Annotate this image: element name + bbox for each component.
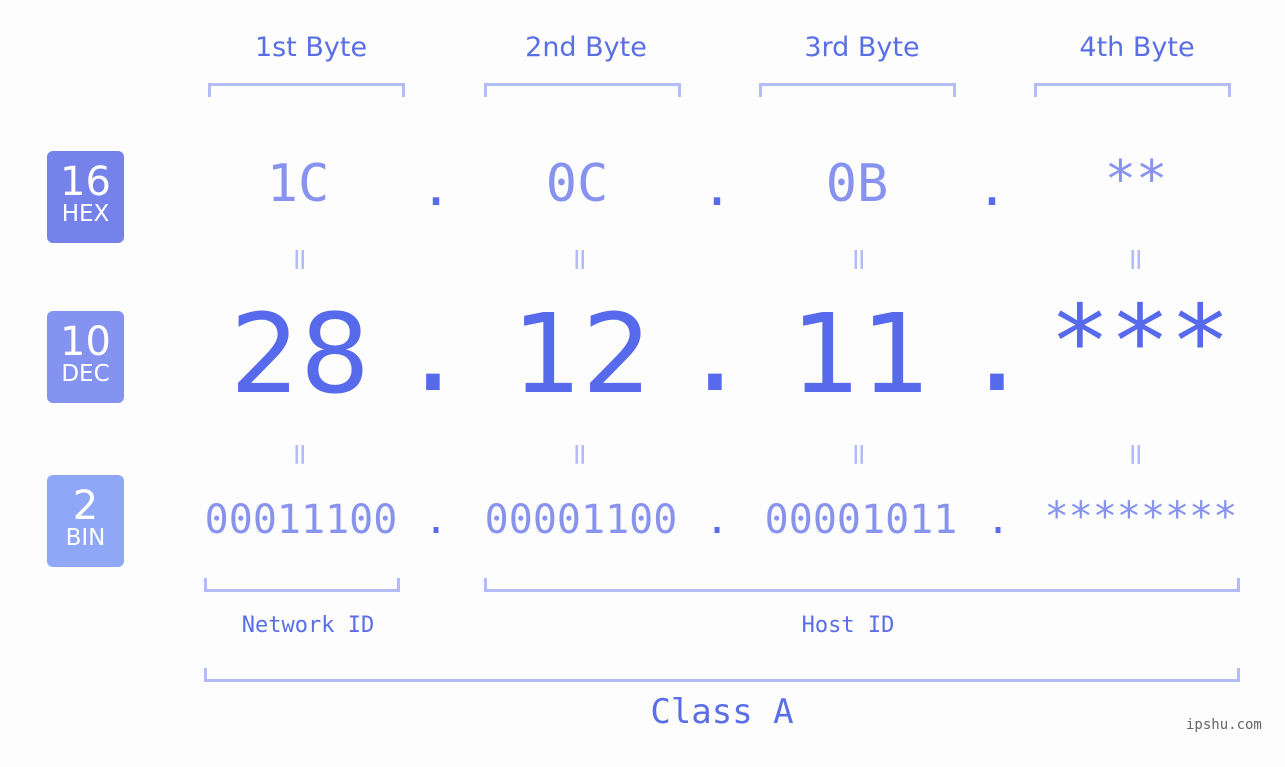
host-id-label: Host ID: [801, 613, 895, 638]
byte-header-3: 3rd Byte: [804, 32, 920, 63]
bin-value-2: 00001100: [484, 497, 678, 543]
byte-header-2: 2nd Byte: [525, 32, 647, 63]
byte-bracket-2: [484, 83, 681, 97]
bin-base: 2: [72, 483, 99, 529]
equals-icon: =: [282, 441, 318, 468]
byte-bracket-3: [759, 83, 956, 97]
class-bracket: [204, 668, 1240, 682]
hex-separator-2: .: [701, 158, 733, 218]
bin-separator-3: .: [985, 497, 1011, 543]
hex-value-2: 0C: [545, 154, 609, 214]
hex-name: HEX: [61, 201, 110, 227]
hex-value-3: 0B: [825, 154, 889, 214]
hex-separator-1: .: [420, 158, 452, 218]
network-id-bracket: [204, 578, 400, 592]
bin-value-3: 00001011: [764, 497, 958, 543]
equals-icon: =: [1118, 246, 1154, 273]
equals-icon: =: [282, 246, 318, 273]
dec-value-1: 28: [230, 290, 370, 418]
bin-separator-1: .: [423, 497, 449, 543]
bin-name: BIN: [65, 525, 106, 551]
network-id-label: Network ID: [241, 613, 375, 638]
dec-badge: 10 DEC: [47, 311, 124, 403]
byte-bracket-4: [1034, 83, 1231, 97]
byte-bracket-1: [208, 83, 405, 97]
dec-value-3: 11: [791, 290, 931, 418]
equals-icon: =: [841, 441, 877, 468]
bin-value-4: ********: [1044, 494, 1238, 540]
bin-separator-2: .: [704, 497, 730, 543]
hex-separator-3: .: [976, 158, 1008, 218]
dec-name: DEC: [61, 361, 110, 387]
hex-badge: 16 HEX: [47, 151, 124, 243]
equals-icon: =: [841, 246, 877, 273]
watermark: ipshu.com: [1186, 717, 1262, 733]
hex-value-1: 1C: [266, 154, 330, 214]
hex-base: 16: [60, 159, 111, 205]
equals-icon: =: [562, 441, 598, 468]
dec-separator-3: .: [963, 288, 1031, 416]
host-id-bracket: [484, 578, 1240, 592]
hex-value-4: **: [1104, 150, 1168, 210]
dec-base: 10: [60, 319, 111, 365]
byte-header-1: 1st Byte: [254, 32, 368, 63]
bin-value-1: 00011100: [204, 497, 398, 543]
class-label: Class A: [650, 692, 794, 732]
bin-badge: 2 BIN: [47, 475, 124, 567]
dec-value-4: ***: [1049, 283, 1231, 400]
dec-separator-2: .: [681, 288, 749, 416]
dec-value-2: 12: [512, 290, 652, 418]
dec-separator-1: .: [399, 288, 467, 416]
byte-header-4: 4th Byte: [1079, 32, 1195, 63]
equals-icon: =: [1118, 441, 1154, 468]
equals-icon: =: [562, 246, 598, 273]
